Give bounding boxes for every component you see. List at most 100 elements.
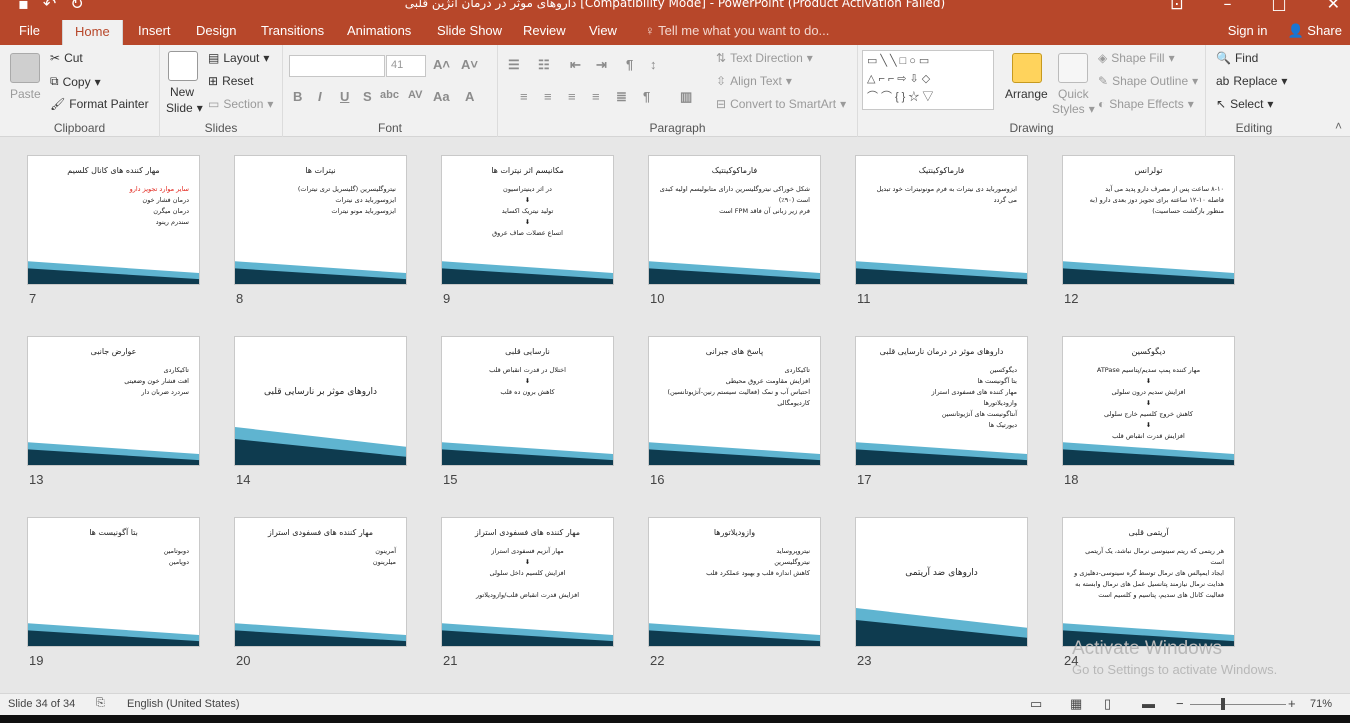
tab-transitions[interactable]: Transitions <box>261 23 324 38</box>
align-right-icon[interactable]: ≡ <box>568 89 576 104</box>
align-left-icon[interactable]: ≡ <box>520 89 528 104</box>
underline-icon[interactable]: U <box>340 89 349 104</box>
font-size-box[interactable]: 41 <box>386 55 426 77</box>
ribbon-home: Paste ✂ Cut ⧉ Copy ▾ 🖌 Format Painter Clipb… <box>0 45 1350 137</box>
language-indicator[interactable]: English (United States) <box>127 698 240 710</box>
zoom-slider-thumb[interactable] <box>1220 698 1225 710</box>
shapes-gallery[interactable]: ▭╲╲□○▭ △⌐⌐⇨⇩◇ ⌒⌒{}☆▽ <box>862 50 994 110</box>
spell-check-icon[interactable]: ⎘ <box>96 697 105 710</box>
shape-effects-button[interactable]: ◐ Shape Effects ▾ <box>1098 97 1194 111</box>
zoom-level[interactable]: 71% <box>1310 698 1332 710</box>
slide-thumbnail[interactable]: عوارض جانبی تاکیکاردی افت فشار خون وضعیتی… <box>27 336 200 466</box>
select-button[interactable]: ↖ Select ▾ <box>1216 97 1273 111</box>
decrease-indent-icon[interactable]: ⇤ <box>570 57 581 73</box>
slide-title: داروهای ضد آریتمی <box>905 568 978 578</box>
close-icon[interactable]: ✕ <box>1327 0 1340 13</box>
layout-button[interactable]: ▤ Layout ▾ <box>208 51 269 65</box>
slide-thumbnail[interactable]: مهار کننده های کانال کلسیم سایر موارد تجو… <box>27 155 200 285</box>
tab-insert[interactable]: Insert <box>138 23 171 38</box>
slide-thumbnail[interactable]: مهار کننده های فسفودی استراز آمرینون میلر… <box>234 517 407 647</box>
align-text-button[interactable]: ⇳ Align Text ▾ <box>716 74 792 88</box>
ribbon-display-icon[interactable]: ⊡ <box>1170 0 1183 13</box>
slide-thumbnail[interactable]: فارماکوکینتیک ایزوسورباید دی نیترات به فر… <box>855 155 1028 285</box>
slide-thumbnail[interactable]: داروهای موثر بر نارسایی قلبی <box>234 336 407 466</box>
section-button[interactable]: ▭ Section ▾ <box>208 97 273 111</box>
zoom-out-icon[interactable]: − <box>1176 696 1184 711</box>
font-color-icon[interactable]: A <box>465 89 474 104</box>
slide-thumbnail[interactable]: بتا آگونیست ها دوبوتامین دوپامین <box>27 517 200 647</box>
zoom-in-icon[interactable]: + <box>1288 696 1296 711</box>
slide-sorter-view-icon[interactable]: ▦ <box>1070 696 1082 712</box>
tell-me-box[interactable]: ♀ Tell me what you want to do... <box>645 23 829 38</box>
font-name-box[interactable] <box>289 55 385 77</box>
grow-font-icon[interactable]: A˄ <box>433 57 450 72</box>
quick-styles-dropdown[interactable]: Styles ▾ <box>1052 102 1095 116</box>
slide-thumbnail[interactable]: فارماکوکینتیک شکل خوراکی نیتروگلیسرین دار… <box>648 155 821 285</box>
slide-wave-decoration <box>649 442 820 465</box>
shape-outline-button[interactable]: ✎ Shape Outline ▾ <box>1098 74 1198 88</box>
tab-view[interactable]: View <box>589 23 617 38</box>
ltr-icon[interactable]: ¶ <box>643 89 650 104</box>
tab-animations[interactable]: Animations <box>347 23 411 38</box>
slide-thumbnail[interactable]: تولرانس ۸-۱۰ ساعت پس از مصرف دارو پدید می… <box>1062 155 1235 285</box>
zoom-slider[interactable] <box>1190 704 1286 705</box>
shrink-font-icon[interactable]: A˅ <box>461 57 478 72</box>
copy-button[interactable]: ⧉ Copy ▾ <box>50 74 101 89</box>
paste-button[interactable]: Paste <box>10 87 41 101</box>
format-painter-button[interactable]: 🖌 Format Painter <box>50 97 149 111</box>
italic-icon[interactable]: I <box>318 89 322 104</box>
normal-view-icon[interactable]: ▭ <box>1030 696 1042 712</box>
minimize-icon[interactable]: – <box>1223 0 1231 13</box>
slide-thumbnail[interactable]: داروهای موثر در درمان نارسایی قلبی دیگوکس… <box>855 336 1028 466</box>
align-center-icon[interactable]: ≡ <box>544 89 552 104</box>
spacing-icon[interactable]: AV <box>408 89 422 101</box>
new-slide-button[interactable]: New <box>170 85 194 99</box>
slide-title: آریتمی قلبی <box>1128 528 1169 537</box>
slides-group: New Slide ▾ ▤ Layout ▾ ⊞ Reset ▭ Section ▾ S… <box>160 45 283 137</box>
text-direction-button[interactable]: ⇅ Text Direction ▾ <box>716 51 813 65</box>
reset-button[interactable]: ⊞ Reset <box>208 74 253 88</box>
arrange-button[interactable]: Arrange <box>1005 87 1048 101</box>
numbering-icon[interactable]: ☷ <box>538 57 550 73</box>
slide-thumbnail[interactable]: نارسایی قلبی اختلال در قدرت انقباض قلب ⬇ … <box>441 336 614 466</box>
slide-thumbnail[interactable]: مکانیسم اثر نیترات ها در اثر دینیتراسیون … <box>441 155 614 285</box>
bold-icon[interactable]: B <box>293 89 302 104</box>
slide-thumbnail[interactable]: مهار کننده های فسفودی استراز مهار آنزیم ف… <box>441 517 614 647</box>
columns-icon[interactable]: ▥ <box>680 89 692 105</box>
sign-in-link[interactable]: Sign in <box>1228 23 1268 39</box>
share-button[interactable]: 👤 Share <box>1287 23 1342 39</box>
convert-smartart-button[interactable]: ⊟ Convert to SmartArt ▾ <box>716 97 846 111</box>
collapse-ribbon-icon[interactable]: ˄ <box>1335 119 1342 133</box>
cut-button[interactable]: ✂ Cut <box>50 51 83 65</box>
reading-view-icon[interactable]: ▯ <box>1104 696 1111 712</box>
shadow-icon[interactable]: S <box>363 89 372 104</box>
rtl-icon[interactable]: ¶ <box>626 57 633 72</box>
tab-design[interactable]: Design <box>196 23 236 38</box>
slide-thumbnail[interactable]: وازودیلاتورها نیتروپروساید نیتروگلیسرین ک… <box>648 517 821 647</box>
quick-styles-button[interactable]: Quick <box>1058 87 1089 101</box>
slide-thumbnail[interactable]: نیترات ها نیتروگلیسرین (گلیسریل تری نیترا… <box>234 155 407 285</box>
slide-title: عوارض جانبی <box>90 347 137 356</box>
change-case-icon[interactable]: Aa <box>433 89 450 104</box>
new-slide-dropdown[interactable]: Slide ▾ <box>166 101 203 115</box>
find-button[interactable]: 🔍 Find <box>1216 51 1258 65</box>
slide-thumbnail[interactable]: دیگوکسین مهار کننده پمپ سدیم/پتاسیم ATPas… <box>1062 336 1235 466</box>
distributed-icon[interactable]: ≣ <box>616 89 627 105</box>
tab-slide-show[interactable]: Slide Show <box>437 23 502 38</box>
increase-indent-icon[interactable]: ⇥ <box>596 57 607 73</box>
slide-thumbnail[interactable]: داروهای ضد آریتمی <box>855 517 1028 647</box>
strikethrough-icon[interactable]: abc <box>380 89 399 101</box>
tab-file[interactable]: File <box>19 23 40 38</box>
slide-thumbnail[interactable]: پاسخ های جبرانی تاکیکاردی افزایش مقاومت ع… <box>648 336 821 466</box>
slideshow-view-icon[interactable]: ▬ <box>1142 696 1155 711</box>
slide-wave-decoration <box>1063 261 1234 284</box>
line-spacing-icon[interactable]: ↕ <box>650 57 657 72</box>
justify-icon[interactable]: ≡ <box>592 89 600 104</box>
tab-home[interactable]: Home <box>62 20 123 45</box>
maximize-icon[interactable]: □ <box>1271 0 1286 13</box>
slide-thumbnail[interactable]: آریتمی قلبی هر ریتمی که ریتم سینوسی نرمال… <box>1062 517 1235 647</box>
tab-review[interactable]: Review <box>523 23 566 38</box>
replace-button[interactable]: ab Replace ▾ <box>1216 74 1287 88</box>
bullets-icon[interactable]: ☰ <box>508 57 520 73</box>
shape-fill-button[interactable]: ◈ Shape Fill ▾ <box>1098 51 1175 65</box>
